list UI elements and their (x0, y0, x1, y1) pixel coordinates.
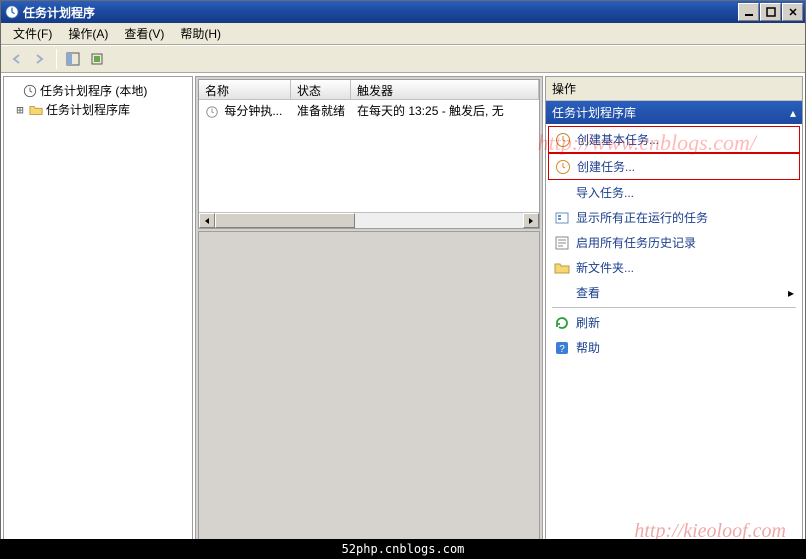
blank-icon (554, 285, 570, 301)
minimize-button[interactable] (738, 3, 759, 21)
scroll-left-button[interactable] (199, 213, 215, 228)
back-button (5, 48, 27, 70)
tree-library[interactable]: ⊞ 任务计划程序库 (8, 100, 188, 119)
scroll-thumb[interactable] (215, 213, 355, 228)
action-label: 新文件夹... (576, 259, 634, 276)
history-icon (554, 235, 570, 251)
help-icon: ? (554, 340, 570, 356)
action-label: 帮助 (576, 339, 600, 356)
tree-root-label: 任务计划程序 (本地) (40, 82, 147, 99)
folder-icon (554, 260, 570, 276)
scroll-track[interactable] (215, 213, 523, 228)
collapse-icon: ▴ (790, 106, 796, 120)
tree-pane: 任务计划程序 (本地) ⊞ 任务计划程序库 (3, 76, 193, 556)
app-icon (5, 5, 19, 19)
actions-list: 创建基本任务... 创建任务... 导入任务... 显示所有正在运行的任务 启用… (546, 124, 802, 362)
horizontal-scrollbar[interactable] (199, 212, 539, 228)
action-label: 导入任务... (576, 184, 634, 201)
expand-icon[interactable]: ⊞ (14, 103, 26, 117)
action-label: 创建基本任务... (577, 131, 659, 148)
svg-text:?: ? (559, 344, 565, 355)
action-show-running[interactable]: 显示所有正在运行的任务 (548, 205, 800, 230)
action-view[interactable]: 查看 (548, 280, 800, 305)
actions-section-header[interactable]: 任务计划程序库 ▴ (546, 101, 802, 124)
app-window: 任务计划程序 文件(F) 操作(A) 查看(V) 帮助(H) 任务计划程序 (本… (0, 0, 806, 559)
action-label: 显示所有正在运行的任务 (576, 209, 708, 226)
col-status[interactable]: 状态 (291, 80, 351, 99)
actions-section-label: 任务计划程序库 (552, 104, 636, 121)
action-enable-history[interactable]: 启用所有任务历史记录 (548, 230, 800, 255)
refresh-icon (554, 315, 570, 331)
menu-file[interactable]: 文件(F) (5, 23, 60, 44)
action-label: 查看 (576, 284, 600, 301)
expand-icon (8, 84, 20, 98)
action-new-folder[interactable]: 新文件夹... (548, 255, 800, 280)
details-pane (198, 231, 540, 553)
row-triggers: 在每天的 13:25 - 触发后, 无 (351, 102, 539, 119)
menu-view[interactable]: 查看(V) (116, 23, 172, 44)
blank-icon (554, 185, 570, 201)
caption: 52php.cnblogs.com (0, 539, 806, 559)
clock-badge-icon (555, 132, 571, 148)
clock-icon (555, 159, 571, 175)
separator (552, 307, 796, 308)
col-triggers[interactable]: 触发器 (351, 80, 539, 99)
row-status: 准备就绪 (291, 102, 351, 119)
actions-title: 操作 (546, 77, 802, 101)
toolbar-refresh-button[interactable] (86, 48, 108, 70)
tool-bar (1, 45, 805, 73)
row-name: 每分钟执... (224, 104, 282, 118)
task-icon (205, 105, 219, 119)
tree-library-label: 任务计划程序库 (46, 101, 130, 118)
action-refresh[interactable]: 刷新 (548, 310, 800, 335)
body: 任务计划程序 (本地) ⊞ 任务计划程序库 名称 状态 触发器 (1, 73, 805, 558)
forward-button (29, 48, 51, 70)
menu-action[interactable]: 操作(A) (60, 23, 116, 44)
scroll-right-button[interactable] (523, 213, 539, 228)
tree-root[interactable]: 任务计划程序 (本地) (8, 81, 188, 100)
list-header: 名称 状态 触发器 (199, 80, 539, 100)
action-create-task[interactable]: 创建任务... (548, 153, 800, 180)
title-bar: 任务计划程序 (1, 1, 805, 23)
table-row[interactable]: 每分钟执... 准备就绪 在每天的 13:25 - 触发后, 无 (199, 100, 539, 121)
middle-pane: 名称 状态 触发器 每分钟执... 准备就绪 在每天的 13:25 - 触发后,… (195, 76, 543, 556)
toolbar-separator (56, 49, 57, 69)
close-button[interactable] (782, 3, 803, 21)
clock-icon (23, 84, 37, 98)
action-label: 刷新 (576, 314, 600, 331)
menu-help[interactable]: 帮助(H) (172, 23, 229, 44)
action-help[interactable]: ? 帮助 (548, 335, 800, 360)
action-label: 启用所有任务历史记录 (576, 234, 696, 251)
running-tasks-icon (554, 210, 570, 226)
task-list: 名称 状态 触发器 每分钟执... 准备就绪 在每天的 13:25 - 触发后,… (198, 79, 540, 229)
action-import-task[interactable]: 导入任务... (548, 180, 800, 205)
col-name[interactable]: 名称 (199, 80, 291, 99)
action-label: 创建任务... (577, 158, 635, 175)
menu-bar: 文件(F) 操作(A) 查看(V) 帮助(H) (1, 23, 805, 45)
actions-pane: 操作 任务计划程序库 ▴ 创建基本任务... 创建任务... 导入任务... (545, 76, 803, 556)
action-create-basic-task[interactable]: 创建基本任务... (548, 126, 800, 153)
maximize-button[interactable] (760, 3, 781, 21)
toolbar-scope-button[interactable] (62, 48, 84, 70)
folder-icon (29, 103, 43, 117)
window-title: 任务计划程序 (23, 4, 737, 21)
